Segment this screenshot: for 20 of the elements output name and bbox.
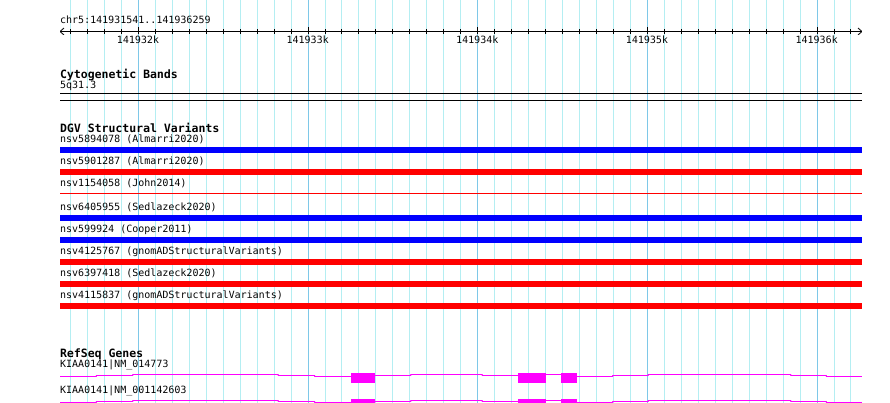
band-label: 5q31.3 xyxy=(60,80,96,92)
track-heading: DGV Structural Variants xyxy=(60,122,220,134)
track-heading: Cytogenetic Bands xyxy=(60,68,178,80)
variant-label: nsv5901287 (Almarri2020) xyxy=(60,156,204,168)
tick-label: 141934k xyxy=(456,35,498,47)
variant-label: nsv1154058 (John2014) xyxy=(60,178,186,190)
location-label: chr5:141931541..141936259 xyxy=(60,15,211,27)
variant-label: nsv4125767 (gnomADStructuralVariants) xyxy=(60,246,283,258)
track-heading: RefSeq Genes xyxy=(60,347,144,359)
tick-label: 141935k xyxy=(626,35,668,47)
tick-label: 141932k xyxy=(116,35,159,47)
variant-label: nsv4115837 (gnomADStructuralVariants) xyxy=(60,290,283,302)
variant-label: nsv5894078 (Almarri2020) xyxy=(60,134,204,146)
variant-label: nsv6405955 (Sedlazeck2020) xyxy=(60,202,217,214)
gene-label: KIAA0141|NM_014773 xyxy=(60,359,168,371)
tick-label: 141933k xyxy=(286,35,329,47)
tick-label: 141936k xyxy=(795,35,838,47)
gene-label: KIAA0141|NM_001142603 xyxy=(60,385,186,397)
variant-label: nsv6397418 (Sedlazeck2020) xyxy=(60,268,217,280)
variant-label: nsv599924 (Cooper2011) xyxy=(60,224,192,236)
